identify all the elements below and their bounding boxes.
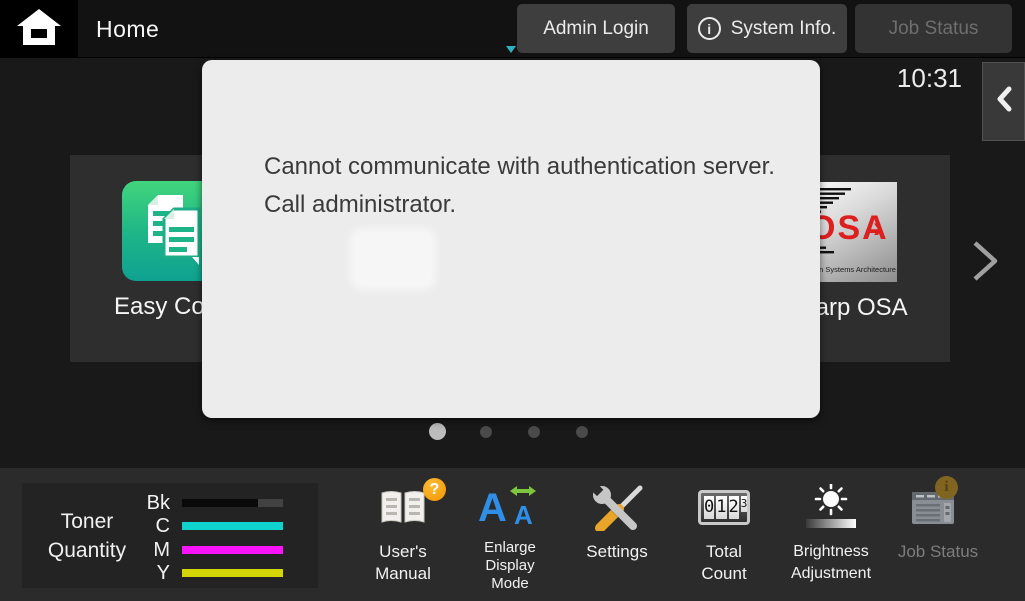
brightness-adjustment-button[interactable]: Brightness Adjustment <box>776 484 886 585</box>
enlarge-display-mode-label: Enlarge Display Mode <box>455 539 565 593</box>
error-message-line1: Cannot communicate with authentication s… <box>264 148 780 186</box>
clock: 10:31 <box>897 63 962 94</box>
error-message-line2: Call administrator. <box>264 186 780 224</box>
home-icon <box>17 8 61 51</box>
toner-bar-m <box>182 546 283 554</box>
carousel-next-icon[interactable] <box>968 238 1002 289</box>
header-bar: Home Admin Login i System Info. Job Stat… <box>0 0 1025 58</box>
users-manual-icon: ? <box>348 484 458 530</box>
settings-button[interactable]: Settings <box>562 484 672 563</box>
brightness-adjustment-label: Brightness Adjustment <box>776 541 886 585</box>
mfp-touchscreen: Home Admin Login i System Info. Job Stat… <box>0 0 1025 601</box>
page-dot-3[interactable] <box>528 426 540 438</box>
settings-label: Settings <box>562 541 672 563</box>
page-dot-1-active[interactable] <box>429 423 446 440</box>
resize-arrow-icon <box>510 484 536 502</box>
total-count-button[interactable]: 0 1 2 3 Total Count <box>669 484 779 585</box>
users-manual-label: User's Manual <box>348 541 458 585</box>
page-dot-2[interactable] <box>480 426 492 438</box>
total-count-label: Total Count <box>669 541 779 585</box>
enlarge-display-mode-button[interactable]: A A Enlarge Display Mode <box>455 484 565 593</box>
system-info-button[interactable]: i System Info. <box>687 4 847 53</box>
job-status-bottom-button: i Job Status <box>883 484 993 563</box>
toner-quantity-panel: Toner Quantity Bk C M Y <box>22 483 318 588</box>
admin-login-button[interactable]: Admin Login <box>517 4 675 53</box>
info-icon: i <box>698 17 721 40</box>
toner-label-m: M <box>130 539 170 562</box>
brightness-icon <box>776 484 886 530</box>
toner-label-y: Y <box>130 562 170 585</box>
counter-digit: 2 <box>729 496 739 519</box>
toner-label-bk: Bk <box>130 492 170 515</box>
question-badge-icon: ? <box>423 478 446 501</box>
small-letter-a: A <box>514 502 533 528</box>
toner-row-y: Y <box>130 561 283 585</box>
toner-bar-c <box>182 522 283 530</box>
home-button[interactable] <box>0 0 78 58</box>
toner-row-bk: Bk <box>130 491 283 515</box>
toner-row-m: M <box>130 538 283 562</box>
collapse-panel-tab[interactable] <box>982 62 1025 141</box>
counter-digit-superscript: 3 <box>741 496 748 512</box>
users-manual-button[interactable]: ? User's Manual <box>348 484 458 585</box>
chevron-left-icon <box>994 85 1014 118</box>
toner-row-c: C <box>130 514 283 538</box>
header-pulldown-icon[interactable] <box>506 46 516 53</box>
large-letter-a: A <box>478 488 507 528</box>
toner-bar-bk <box>182 499 283 507</box>
settings-icon <box>562 484 672 530</box>
counter-digit: 0 <box>704 496 714 519</box>
info-badge-icon: i <box>935 476 958 499</box>
error-dialog: Cannot communicate with authentication s… <box>202 60 820 418</box>
system-bar: Toner Quantity Bk C M Y <box>0 468 1025 601</box>
admin-login-label: Admin Login <box>543 18 649 40</box>
dialog-ghost-artifact <box>350 228 436 290</box>
page-dot-4[interactable] <box>576 426 588 438</box>
toner-bar-y <box>182 569 283 577</box>
job-status-label: Job Status <box>889 18 979 40</box>
page-title: Home <box>96 0 159 58</box>
enlarge-display-icon: A A <box>455 484 565 530</box>
svg-text:›: › <box>873 211 883 244</box>
system-info-label: System Info. <box>731 18 837 40</box>
job-status-button: Job Status <box>855 4 1012 53</box>
job-status-bottom-label: Job Status <box>883 541 993 563</box>
job-status-icon: i <box>883 484 993 530</box>
toner-label-c: C <box>130 515 170 538</box>
total-count-icon: 0 1 2 3 <box>669 484 779 530</box>
counter-digit: 1 <box>716 496 726 519</box>
